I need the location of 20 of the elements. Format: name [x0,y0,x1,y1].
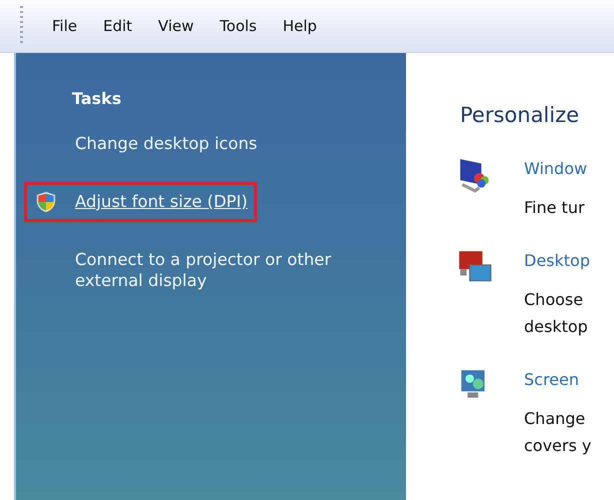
item-link[interactable]: Window [524,159,588,178]
item-description: Change [524,408,586,430]
menu-item[interactable]: Help [276,17,324,35]
item-description: Fine tur [524,197,586,219]
task-link[interactable]: Change desktop icons [75,133,258,154]
menu-item[interactable]: View [151,17,201,35]
task-link[interactable]: Connect to a projector or other external display [75,249,395,292]
shield-icon [35,191,57,213]
item-description: covers y [524,435,592,457]
item-description: desktop [524,316,589,338]
item-link[interactable]: Desktop [524,251,590,270]
menu-item[interactable]: Edit [96,17,140,35]
item-description: Choose [524,289,584,311]
menu-item[interactable]: File [45,17,84,35]
toolbar-grip-icon[interactable] [20,6,23,46]
item-link[interactable]: Screen [524,370,592,389]
task-link[interactable]: Adjust font size (DPI) [75,191,248,212]
section-heading: Personalize [460,103,580,127]
menu-item[interactable]: Tools [212,17,264,35]
tasks-heading: Tasks [72,89,122,108]
